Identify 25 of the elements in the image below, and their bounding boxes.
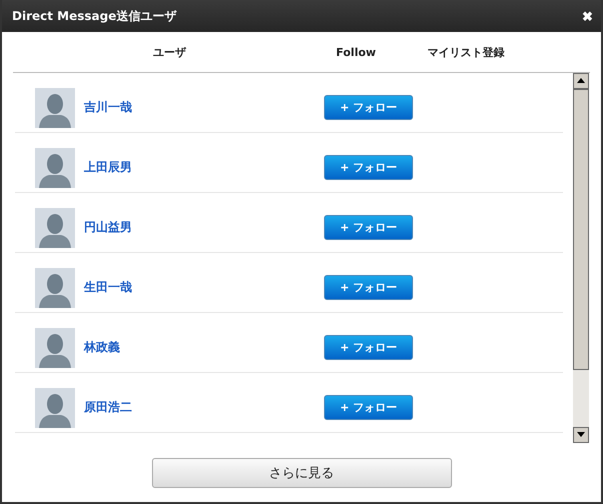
scrollbar[interactable] [573,73,589,443]
follow-button[interactable]: + フォロー [324,215,413,240]
avatar-icon [35,268,75,308]
follow-button[interactable]: + フォロー [324,95,413,120]
see-more-button[interactable]: さらに見る [152,458,452,488]
user-name-link[interactable]: 林政義 [84,339,324,356]
user-name-link[interactable]: 円山益男 [84,219,324,236]
close-button[interactable]: ✖ [582,8,593,24]
follow-button[interactable]: + フォロー [324,275,413,300]
column-header: マイリスト登録 [426,44,506,60]
user-name-link[interactable]: 原田浩二 [84,399,324,416]
user-name-link[interactable]: 上田辰男 [84,159,324,176]
user-name-link[interactable]: 吉川一哉 [84,99,324,116]
avatar-icon [35,328,75,368]
column-header: ユーザ [152,44,188,60]
avatar-icon [35,148,75,188]
follow-button[interactable]: + フォロー [324,155,413,180]
avatar-icon [35,208,75,248]
avatar-icon [35,88,75,128]
window-title: Direct Message送信ユーザ [12,8,176,24]
avatar-icon [35,388,75,428]
follow-button[interactable]: + フォロー [324,335,413,360]
user-name-link[interactable]: 生田一哉 [84,279,324,296]
follow-button[interactable]: + フォロー [324,395,413,420]
column-header: Follow [335,46,377,58]
